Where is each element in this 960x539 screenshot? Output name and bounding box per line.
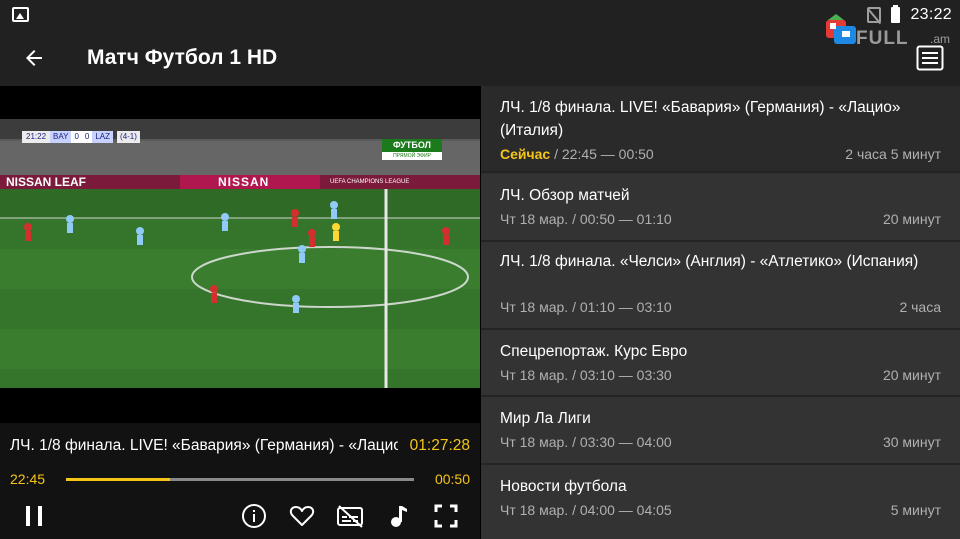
program-end-time: 00:50 <box>434 471 470 487</box>
subtitles-off-icon <box>337 505 363 528</box>
score-aggregate: (4-1) <box>117 131 140 143</box>
score-home-goals: 0 <box>71 131 82 143</box>
elapsed-time: 01:27:28 <box>409 437 470 454</box>
score-away-goals: 0 <box>81 131 93 143</box>
score-home: BAY <box>50 131 72 143</box>
schedule-item-duration: 20 минут <box>882 367 941 383</box>
status-bar: 23:22 <box>0 0 960 30</box>
ad-board-ucl: UEFA CHAMPIONS LEAGUE <box>330 179 410 185</box>
back-button[interactable] <box>18 42 50 74</box>
schedule-item-current[interactable]: ЛЧ. 1/8 финала. LIVE! «Бавария» (Германи… <box>481 86 960 173</box>
video-frame[interactable]: 21:22 BAY 0 0 LAZ (4-1) ФУТБОЛ ПРЯМОЙ ЭФ… <box>0 119 480 388</box>
info-icon <box>242 504 266 528</box>
schedule-item-title: ЛЧ. 1/8 финала. «Челси» (Англия) - «Атле… <box>500 253 919 270</box>
battery-icon <box>891 5 901 23</box>
ad-board-center: NISSAN <box>218 175 270 189</box>
schedule-item[interactable]: Мир Ла Лиги Чт 18 мар. / 03:30 — 04:00 3… <box>481 397 960 465</box>
channel-logo: ФУТБОЛ ПРЯМОЙ ЭФИР <box>382 139 442 160</box>
favorite-heart-icon <box>289 506 315 526</box>
schedule-item-title: Мир Ла Лиги <box>500 410 591 427</box>
page-title: Матч Футбол 1 HD <box>87 46 278 69</box>
schedule-item[interactable]: ЛЧ. Обзор матчей Чт 18 мар. / 00:50 — 01… <box>481 174 960 242</box>
program-start-time: 22:45 <box>10 471 46 487</box>
ad-board-left: NISSAN LEAF <box>6 175 87 189</box>
arrow-back-icon <box>26 50 42 66</box>
schedule-item-title: ЛЧ. Обзор матчей <box>500 187 630 204</box>
audio-track-button[interactable] <box>383 501 413 531</box>
schedule-item-title: ЛЧ. 1/8 финала. LIVE! «Бавария» (Германи… <box>500 99 901 139</box>
list-menu-icon <box>916 45 944 71</box>
score-away: LAZ <box>92 131 114 143</box>
schedule-item[interactable]: Спецрепортаж. Курс Евро Чт 18 мар. / 03:… <box>481 330 960 397</box>
favorite-button[interactable] <box>287 501 317 531</box>
fullscreen-icon <box>434 504 458 528</box>
pause-button[interactable] <box>19 501 49 531</box>
audio-track-icon <box>391 506 407 527</box>
schedule-item-time: Чт 18 мар. / 03:30 — 04:00 <box>500 434 672 450</box>
seek-bar[interactable] <box>66 478 414 481</box>
schedule-item-time: Чт 18 мар. / 03:10 — 03:30 <box>500 367 672 383</box>
schedule-list[interactable]: ЛЧ. 1/8 финала. LIVE! «Бавария» (Германи… <box>481 86 960 539</box>
gallery-icon <box>12 7 29 22</box>
pause-icon <box>26 506 42 526</box>
fullscreen-button[interactable] <box>431 501 461 531</box>
schedule-item[interactable]: ЛЧ. 1/8 финала. «Челси» (Англия) - «Атле… <box>481 242 960 330</box>
schedule-item-title: Спецрепортаж. Курс Евро <box>500 343 688 360</box>
schedule-item-duration: 30 минут <box>882 434 941 450</box>
app-bar: Матч Футбол 1 HD <box>0 30 960 86</box>
menu-button[interactable] <box>916 45 944 71</box>
info-button[interactable] <box>239 501 269 531</box>
status-time: 23:22 <box>910 6 952 23</box>
schedule-item-duration: 5 минут <box>890 502 941 518</box>
schedule-item-duration: 2 часа 5 минут <box>845 146 941 162</box>
video-player[interactable]: 21:22 BAY 0 0 LAZ (4-1) ФУТБОЛ ПРЯМОЙ ЭФ… <box>0 86 480 423</box>
schedule-item-duration: 20 минут <box>882 211 941 227</box>
schedule-item-time: Чт 18 мар. / 04:00 — 04:05 <box>500 502 672 518</box>
schedule-item-time: Чт 18 мар. / 01:10 — 03:10 <box>500 299 672 315</box>
scoreboard: 21:22 BAY 0 0 LAZ (4-1) <box>22 131 140 143</box>
schedule-item-time: Чт 18 мар. / 00:50 — 01:10 <box>500 211 672 227</box>
schedule-item-time-range: / 22:45 — 00:50 <box>550 146 654 162</box>
no-sim-icon <box>867 7 882 23</box>
schedule-item[interactable]: Новости футбола Чт 18 мар. / 04:00 — 04:… <box>481 465 960 539</box>
schedule-item-time: Сейчас / 22:45 — 00:50 <box>500 146 654 162</box>
schedule-item-duration: 2 часа <box>899 299 941 315</box>
channel-logo-live: ПРЯМОЙ ЭФИР <box>382 152 442 160</box>
now-label: Сейчас <box>500 146 551 162</box>
seek-bar-progress <box>66 478 171 481</box>
now-playing-title: ЛЧ. 1/8 финала. LIVE! «Бавария» (Германи… <box>10 437 398 454</box>
score-clock: 21:22 <box>22 131 51 143</box>
player-controls: ЛЧ. 1/8 финала. LIVE! «Бавария» (Германи… <box>0 423 480 539</box>
subtitles-button[interactable] <box>335 501 365 531</box>
schedule-item-title: Новости футбола <box>500 478 627 495</box>
channel-logo-name: ФУТБОЛ <box>382 139 442 152</box>
